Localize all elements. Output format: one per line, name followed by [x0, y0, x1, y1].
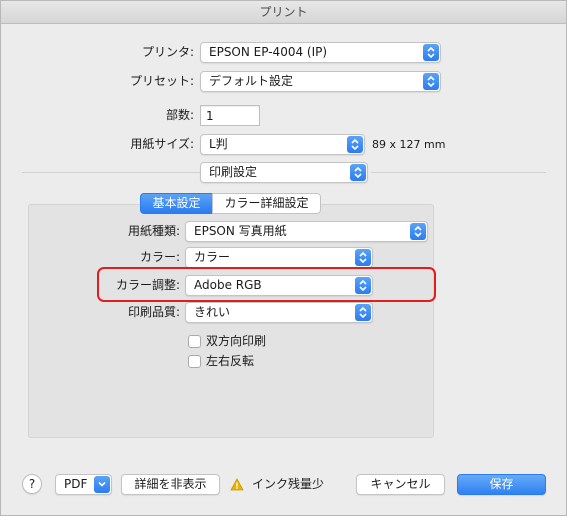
window-title: プリント: [259, 5, 308, 19]
printer-label: プリンタ:: [141, 45, 194, 59]
bidirectional-label: 双方向印刷: [206, 334, 267, 348]
warning-triangle-icon: [230, 478, 244, 491]
paper-size-popup[interactable]: L判: [200, 134, 365, 155]
separator-right: [371, 172, 546, 173]
media-type-label: 用紙種類:: [127, 224, 180, 238]
up-down-chevron-icon: [423, 44, 439, 61]
quality-popup[interactable]: きれい: [185, 302, 373, 323]
tab-color-detail-settings[interactable]: カラー詳細設定: [212, 193, 321, 214]
panel-popup[interactable]: 印刷設定: [200, 162, 368, 183]
pdf-label: PDF: [64, 477, 88, 491]
print-button[interactable]: 保存: [457, 474, 546, 495]
tab-basic-settings[interactable]: 基本設定: [140, 193, 213, 214]
up-down-chevron-icon: [347, 136, 363, 153]
preset-value: デフォルト設定: [209, 74, 294, 88]
hide-details-button[interactable]: 詳細を非表示: [121, 474, 220, 495]
bidirectional-checkbox[interactable]: [188, 335, 201, 348]
panel-value: 印刷設定: [209, 165, 258, 179]
media-type-popup[interactable]: EPSON 写真用紙: [185, 221, 428, 242]
printer-value: EPSON EP-4004 (IP): [209, 45, 328, 59]
quality-value: きれい: [194, 305, 231, 319]
up-down-chevron-icon: [355, 304, 371, 321]
paper-size-value: L判: [209, 137, 228, 151]
mirror-label: 左右反転: [206, 354, 255, 368]
help-button[interactable]: ?: [22, 474, 42, 494]
separator-left: [22, 172, 200, 173]
paper-size-label: 用紙サイズ:: [130, 137, 194, 151]
preset-label: プリセット:: [129, 74, 194, 88]
copies-label: 部数:: [165, 108, 194, 122]
quality-label: 印刷品質:: [127, 305, 180, 319]
cancel-button[interactable]: キャンセル: [356, 474, 445, 495]
color-adjust-highlight: [97, 267, 436, 302]
color-label: カラー:: [139, 250, 180, 264]
chevron-down-icon: [94, 476, 110, 493]
copies-field[interactable]: [200, 105, 260, 126]
up-down-chevron-icon: [350, 164, 366, 181]
ink-warning-text: インク残量少: [252, 477, 325, 491]
pdf-button[interactable]: PDF: [55, 474, 112, 495]
media-type-value: EPSON 写真用紙: [194, 224, 287, 238]
paper-size-dimensions: 89 x 127 mm: [372, 138, 446, 151]
printer-popup[interactable]: EPSON EP-4004 (IP): [200, 42, 441, 63]
mirror-checkbox[interactable]: [188, 355, 201, 368]
up-down-chevron-icon: [355, 249, 371, 266]
preset-popup[interactable]: デフォルト設定: [200, 71, 441, 92]
up-down-chevron-icon: [423, 73, 439, 90]
color-value: カラー: [194, 250, 231, 264]
color-popup[interactable]: カラー: [185, 247, 373, 268]
copies-input[interactable]: [201, 106, 259, 125]
up-down-chevron-icon: [410, 223, 426, 240]
